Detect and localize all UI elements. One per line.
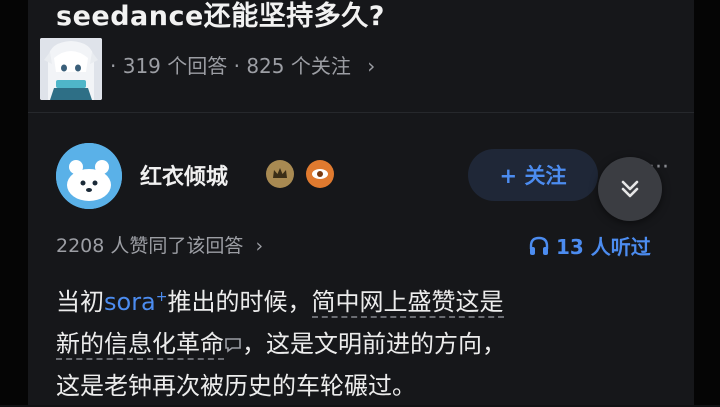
left-letterbox [0, 0, 28, 405]
annotated-text[interactable]: 新的信息化革命 [56, 330, 224, 360]
answer-line-1: 当初sora+推出的时候，简中网上盛赞这是 [56, 276, 676, 323]
follow-button[interactable]: + 关注 [468, 149, 598, 201]
author-name[interactable]: 红衣倾城 [140, 159, 228, 191]
body-text-segment: 当初 [56, 288, 104, 316]
question-title[interactable]: seedance还能坚持多久? [56, 0, 385, 33]
listen-text: 13 人听过 [556, 235, 651, 259]
anime-character-avatar-icon [40, 38, 102, 100]
answer-line-3: 这是老钟再次被历史的车轮碾过。 [56, 372, 416, 400]
question-avatar[interactable] [40, 38, 102, 100]
right-letterbox [694, 0, 720, 405]
body-text-segment: 推出的时候， [167, 288, 312, 316]
collapse-button[interactable] [598, 157, 662, 221]
question-stats[interactable]: · 319 个回答 · 825 个关注 › [110, 50, 375, 79]
sora-link[interactable]: sora [104, 288, 156, 316]
answer-body[interactable]: 当初sora+推出的时候，简中网上盛赞这是 新的信息化革命 ，这是文明前进的方向，… [56, 276, 676, 407]
body-text-segment: ，这是文明前进的方向， [242, 330, 506, 358]
section-divider [28, 112, 694, 113]
question-stats-text: · 319 个回答 · 825 个关注 [110, 54, 351, 78]
eye-badge-icon[interactable] [306, 160, 334, 188]
sora-link-sup: + [155, 289, 168, 305]
headphones-icon [529, 236, 549, 255]
follow-button-label: + 关注 [499, 164, 567, 188]
chevron-double-down-icon [621, 180, 639, 198]
crown-badge-icon[interactable] [266, 160, 294, 188]
likes-text: 2208 人赞同了该回答 [56, 235, 244, 257]
chevron-right-icon: › [367, 54, 376, 78]
chevron-right-icon: › [255, 235, 264, 257]
listen-count[interactable]: 13 人听过 [528, 231, 651, 260]
author-avatar[interactable] [56, 143, 122, 209]
likes-summary[interactable]: 2208 人赞同了该回答 › [56, 231, 263, 258]
annotated-text[interactable]: 简中网上盛赞这是 [311, 288, 504, 318]
polar-bear-avatar-icon [56, 143, 122, 209]
answer-line-2: 新的信息化革命 ，这是文明前进的方向， [56, 323, 676, 365]
comment-bubble-icon[interactable] [224, 337, 242, 353]
